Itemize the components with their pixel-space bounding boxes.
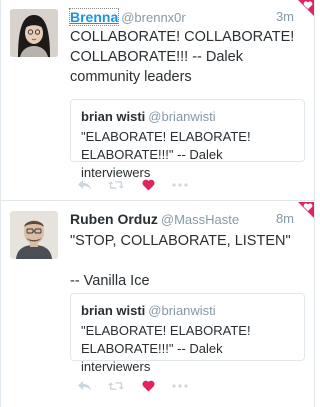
reply-icon[interactable] <box>76 378 92 394</box>
quoted-author-name: brian wisti <box>81 303 146 318</box>
tweet-header: Brenna @brennx0r 3m <box>68 8 306 26</box>
reply-icon[interactable] <box>76 177 92 193</box>
avatar[interactable] <box>10 211 58 259</box>
author-name-link[interactable]: Ruben Orduz <box>70 211 158 227</box>
more-icon[interactable] <box>172 378 188 394</box>
tweet-header: Ruben Orduz @MassHaste 8m <box>70 210 306 228</box>
more-icon[interactable] <box>172 177 188 193</box>
quoted-tweet[interactable]: brian wisti @brianwisti "ELABORATE! ELABO… <box>70 293 305 374</box>
heart-icon[interactable] <box>140 378 156 394</box>
tweet-actions <box>76 177 204 193</box>
tweet-text: "STOP, COLLABORATE, LISTEN" -- Vanilla I… <box>70 233 291 289</box>
avatar[interactable] <box>10 9 58 57</box>
quoted-tweet-text: "ELABORATE! ELABORATE! ELABORATE!!!" -- … <box>81 129 251 180</box>
quoted-tweet-header: brian wisti @brianwisti <box>81 109 294 125</box>
retweet-icon[interactable] <box>108 378 124 394</box>
retweet-icon[interactable] <box>108 177 124 193</box>
tweet-timeline: Brenna @brennx0r 3m COLLABORATE! COLLABOR… <box>0 0 315 407</box>
quoted-author-name: brian wisti <box>81 109 146 124</box>
quoted-author-username: @brianwisti <box>148 109 216 124</box>
quoted-author-username: @brianwisti <box>148 303 216 318</box>
quoted-tweet[interactable]: brian wisti @brianwisti "ELABORATE! ELABO… <box>70 99 305 180</box>
avatar-image <box>10 9 58 57</box>
author-name-link[interactable]: Brenna <box>68 8 120 26</box>
tweet-timestamp[interactable]: 8m <box>276 210 294 228</box>
quoted-tweet-header: brian wisti @brianwisti <box>81 303 294 319</box>
tweet-actions <box>76 378 204 394</box>
quoted-tweet-text: "ELABORATE! ELABORATE! ELABORATE!!!" -- … <box>81 323 251 374</box>
heart-icon[interactable] <box>140 177 156 193</box>
avatar-image <box>10 211 58 259</box>
author-username[interactable]: @brennx0r <box>121 10 186 25</box>
tweet-text: COLLABORATE! COLLABORATE! COLLABORATE!!!… <box>70 29 295 85</box>
tweet-timestamp[interactable]: 3m <box>276 8 294 26</box>
author-username[interactable]: @MassHaste <box>161 212 239 227</box>
